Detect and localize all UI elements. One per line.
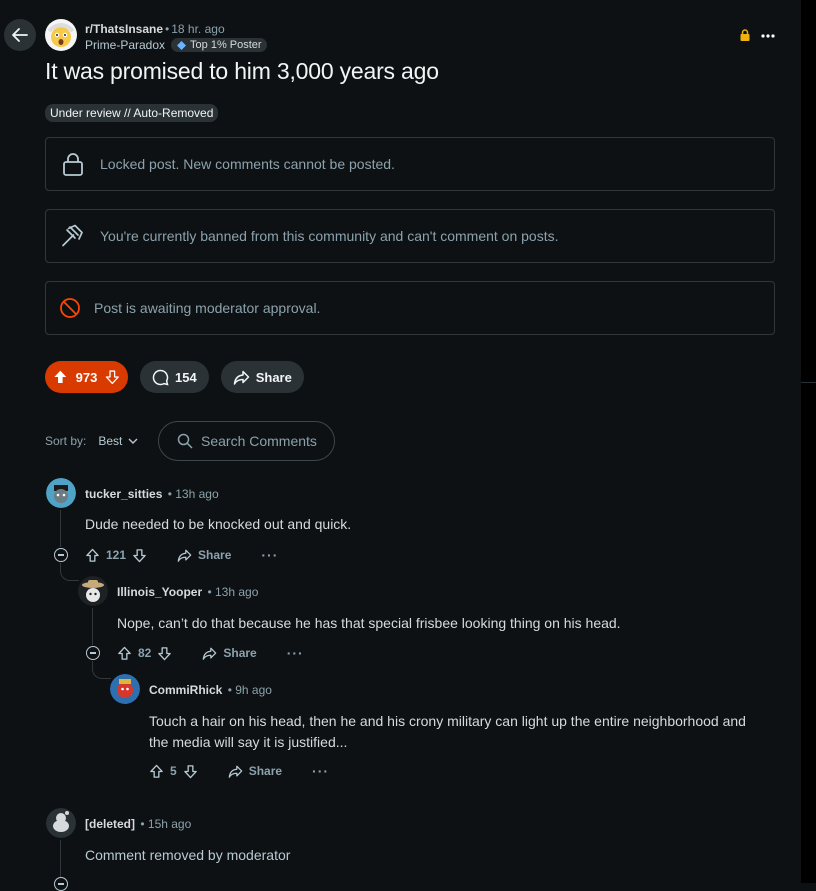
collapse-button[interactable]: [54, 548, 68, 562]
comment-share-button[interactable]: Share: [202, 646, 257, 661]
thread-line: [60, 510, 61, 547]
more-options-icon[interactable]: ···: [261, 547, 278, 563]
comment-meta: CommiRhick • 9h ago: [149, 683, 272, 697]
downvote-icon[interactable]: [183, 764, 198, 779]
comment-meta: Illinois_Yooper • 13h ago: [117, 585, 259, 599]
upvote-icon[interactable]: [53, 369, 68, 385]
share-label: Share: [198, 548, 232, 562]
comment-time: 9h ago: [235, 683, 272, 697]
post-author[interactable]: Prime-Paradox: [85, 38, 165, 52]
subreddit-link[interactable]: r/ThatsInsane: [85, 22, 163, 36]
comment-count: 154: [175, 369, 197, 385]
blocked-icon: [46, 297, 94, 319]
search-icon: [177, 433, 193, 449]
share-label: Share: [248, 764, 283, 778]
downvote-icon[interactable]: [157, 646, 172, 661]
share-icon: [233, 370, 249, 385]
post-actions: 973 154 Share: [45, 361, 304, 393]
back-button[interactable]: [4, 19, 36, 51]
thread-line: [60, 840, 61, 878]
sort-control: Sort by: Best: [45, 434, 138, 448]
comments-button[interactable]: 154: [140, 361, 209, 393]
comment-body: Nope, can’t do that because he has that …: [117, 615, 621, 631]
sort-label: Sort by:: [45, 434, 87, 448]
comment-share-button[interactable]: Share: [228, 764, 282, 779]
comment-body-line: Touch a hair on his head, then he and hi…: [149, 713, 746, 729]
divider: [801, 382, 816, 383]
avatar[interactable]: [110, 674, 140, 704]
diamond-icon: [177, 40, 187, 50]
author-flair-label: Top 1% Poster: [190, 39, 262, 51]
post-author-row: Prime-Paradox Top 1% Poster: [85, 38, 267, 52]
share-label: Share: [223, 646, 257, 660]
upvote-icon[interactable]: [85, 548, 100, 563]
lock-icon: [738, 28, 752, 47]
chevron-down-icon: [128, 438, 138, 444]
post-header: r/ThatsInsane • 18 hr. ago: [85, 22, 225, 36]
avatar[interactable]: [46, 808, 76, 838]
sort-value: Best: [98, 434, 123, 448]
collapse-button[interactable]: [54, 877, 68, 891]
arrow-left-icon: [12, 28, 28, 42]
subreddit-avatar[interactable]: [45, 19, 77, 51]
comment-vote-count: 82: [138, 646, 152, 660]
post-time: 18 hr. ago: [171, 22, 225, 36]
comment-vote-count: 121: [106, 548, 127, 562]
share-button[interactable]: Share: [220, 361, 304, 393]
comment-meta: tucker_sitties • 13h ago: [85, 487, 219, 501]
banned-notice-text: You're currently banned from this commun…: [100, 228, 559, 244]
thread-curve: [60, 568, 79, 581]
comment-body: Comment removed by moderator: [85, 847, 291, 863]
locked-notice: Locked post. New comments cannot be post…: [45, 137, 775, 191]
avatar[interactable]: [78, 576, 108, 606]
lock-icon: [46, 152, 100, 176]
share-label: Share: [255, 369, 292, 385]
comment-time: 13h ago: [175, 487, 219, 501]
comment-author[interactable]: CommiRhick: [149, 683, 222, 697]
share-icon: [203, 647, 217, 660]
more-options-icon[interactable]: [758, 26, 778, 42]
thread-line: [92, 608, 93, 645]
share-icon: [228, 765, 242, 778]
thread-curve: [92, 666, 111, 679]
more-options-icon[interactable]: ···: [287, 645, 304, 661]
comment-body: Touch a hair on his head, then he and hi…: [149, 711, 746, 753]
comment-time: 15h ago: [147, 817, 192, 831]
comment-author[interactable]: tucker_sitties: [85, 487, 162, 501]
downvote-icon[interactable]: [105, 369, 120, 385]
upvote-icon[interactable]: [149, 764, 164, 779]
comment-actions: 121 Share ···: [85, 547, 278, 563]
comment-time: 13h ago: [215, 585, 259, 599]
banned-notice: You're currently banned from this commun…: [45, 209, 775, 263]
downvote-icon[interactable]: [132, 548, 147, 563]
post-flair: Under review // Auto-Removed: [45, 104, 219, 122]
search-comments-input[interactable]: Search Comments: [158, 421, 335, 461]
avatar[interactable]: [46, 478, 76, 508]
search-placeholder: Search Comments: [201, 433, 317, 449]
comment-author[interactable]: Illinois_Yooper: [117, 585, 202, 599]
sort-dropdown[interactable]: Best: [98, 434, 138, 448]
comment-body: Dude needed to be knocked out and quick.: [85, 516, 352, 532]
gavel-icon: [46, 223, 100, 249]
share-icon: [177, 549, 192, 562]
comment-body-line: the media will say it is justified...: [149, 734, 348, 750]
comment-actions: 5 Share ···: [149, 763, 329, 779]
post-title: It was promised to him 3,000 years ago: [45, 58, 439, 84]
comment-meta: [deleted] • 15h ago: [85, 817, 192, 831]
comment-vote-count: 5: [170, 764, 177, 778]
comment-icon: [152, 369, 169, 386]
comment-author: [deleted]: [85, 817, 136, 831]
upvote-icon[interactable]: [117, 646, 132, 661]
comment-actions: 82 Share ···: [117, 645, 304, 661]
awaiting-notice-text: Post is awaiting moderator approval.: [94, 300, 321, 316]
awaiting-notice: Post is awaiting moderator approval.: [45, 281, 775, 335]
author-flair: Top 1% Poster: [171, 38, 267, 52]
more-options-icon[interactable]: ···: [312, 763, 329, 779]
window-edge: [801, 0, 816, 883]
collapse-button[interactable]: [86, 646, 100, 660]
locked-notice-text: Locked post. New comments cannot be post…: [100, 156, 395, 172]
comment-share-button[interactable]: Share: [177, 548, 231, 563]
vote-pill: 973: [45, 361, 128, 393]
vote-count: 973: [75, 369, 98, 385]
